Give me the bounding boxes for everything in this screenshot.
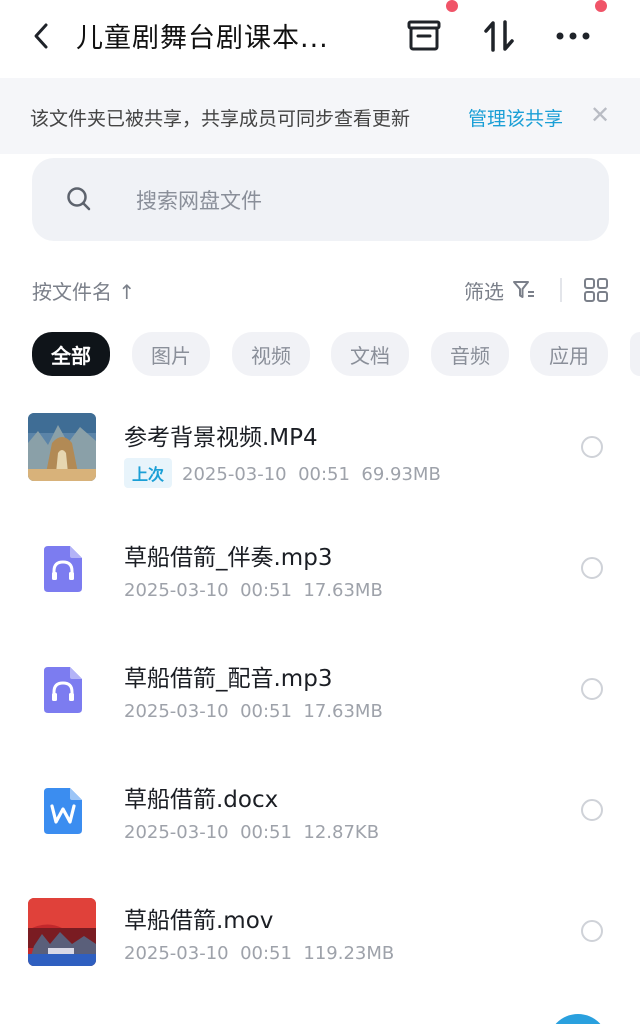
- chip-docs[interactable]: 文档: [331, 332, 409, 376]
- search-icon: [67, 187, 91, 211]
- file-name: 草船借箭.docx: [124, 787, 279, 813]
- divider: [560, 278, 562, 302]
- box-icon: [407, 20, 441, 51]
- video-thumbnail: [28, 413, 96, 481]
- file-meta: 2025-03-10 00:51 17.63MB: [124, 701, 383, 722]
- file-meta: 上次 2025-03-10 00:51 69.93MB: [124, 458, 441, 488]
- manage-share-link[interactable]: 管理该共享: [468, 104, 563, 131]
- file-meta: 2025-03-10 00:51 119.23MB: [124, 943, 395, 964]
- file-name: 草船借箭_伴奏.mp3: [124, 545, 333, 571]
- recent-badge: 上次: [124, 458, 173, 488]
- file-name: 参考背景视频.MP4: [124, 425, 318, 451]
- page-title: 儿童剧舞台剧课本...: [76, 23, 329, 54]
- word-file-icon: [44, 788, 82, 834]
- chip-audio[interactable]: 音频: [431, 332, 509, 376]
- share-banner: 该文件夹已被共享，共享成员可同步查看更新 管理该共享 ✕: [0, 78, 640, 154]
- search-placeholder: 搜索网盘文件: [136, 189, 262, 213]
- grid-view-icon[interactable]: [583, 277, 609, 303]
- sort-by-name-button[interactable]: 按文件名 ↑: [32, 276, 135, 305]
- list-item[interactable]: 参考背景视频.MP4 上次 2025-03-10 00:51 69.93MB: [0, 388, 640, 508]
- chip-all[interactable]: 全部: [32, 332, 110, 376]
- share-banner-text: 该文件夹已被共享，共享成员可同步查看更新: [30, 108, 411, 130]
- select-radio[interactable]: [581, 678, 603, 700]
- sort-swap-icon: [484, 20, 514, 52]
- list-item[interactable]: 草船借箭.docx 2025-03-10 00:51 12.87KB: [0, 750, 640, 870]
- more-button[interactable]: [553, 16, 593, 56]
- upload-fab[interactable]: [548, 1014, 608, 1024]
- audio-file-icon: [44, 546, 82, 592]
- back-icon: [34, 23, 48, 49]
- chip-more[interactable]: [630, 332, 640, 376]
- chip-apps[interactable]: 应用: [530, 332, 608, 376]
- select-radio[interactable]: [581, 436, 603, 458]
- file-meta: 2025-03-10 00:51 17.63MB: [124, 580, 383, 601]
- file-name: 草船借箭.mov: [124, 908, 274, 934]
- sort-button[interactable]: [479, 16, 519, 56]
- notification-dot: [446, 0, 458, 12]
- list-item[interactable]: 草船借箭_伴奏.mp3 2025-03-10 00:51 17.63MB: [0, 508, 640, 628]
- select-radio[interactable]: [581, 799, 603, 821]
- audio-file-icon: [44, 667, 82, 713]
- close-icon[interactable]: ✕: [590, 102, 610, 128]
- file-name: 草船借箭_配音.mp3: [124, 666, 333, 692]
- more-icon: [556, 32, 590, 40]
- box-button[interactable]: [404, 16, 444, 56]
- back-button[interactable]: [26, 18, 56, 54]
- list-item[interactable]: 草船借箭_配音.mp3 2025-03-10 00:51 17.63MB: [0, 629, 640, 749]
- select-radio[interactable]: [581, 920, 603, 942]
- select-radio[interactable]: [581, 557, 603, 579]
- filter-button[interactable]: 筛选: [464, 276, 504, 305]
- filter-icon[interactable]: [512, 278, 536, 302]
- chip-videos[interactable]: 视频: [232, 332, 310, 376]
- chip-images[interactable]: 图片: [132, 332, 210, 376]
- file-meta: 2025-03-10 00:51 12.87KB: [124, 822, 380, 843]
- list-item[interactable]: 草船借箭.mov 2025-03-10 00:51 119.23MB: [0, 871, 640, 991]
- notification-dot: [595, 0, 607, 12]
- video-thumbnail: [28, 898, 96, 966]
- search-input[interactable]: 搜索网盘文件: [32, 158, 609, 241]
- top-bar: 儿童剧舞台剧课本...: [0, 0, 640, 76]
